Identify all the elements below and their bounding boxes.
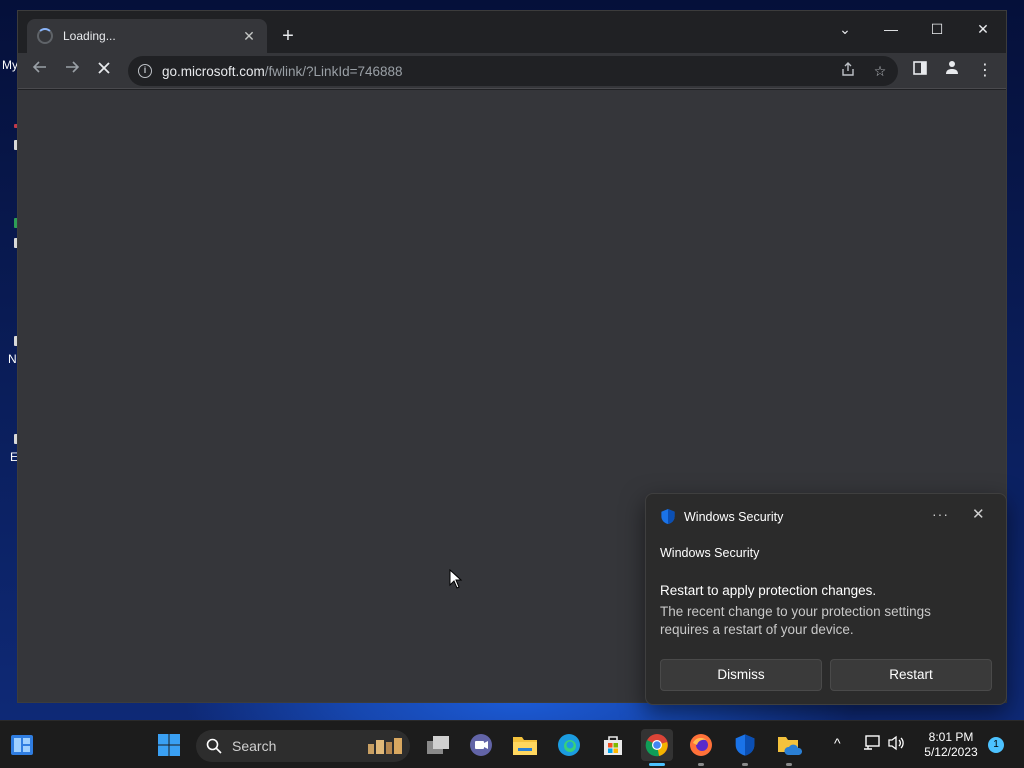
stop-icon	[98, 62, 110, 74]
dismiss-button[interactable]: Dismiss	[660, 659, 822, 691]
toast-app-name: Windows Security	[684, 509, 784, 524]
restart-button[interactable]: Restart	[830, 659, 992, 691]
network-glyph	[864, 735, 880, 750]
notification-count-badge[interactable]: 1	[988, 737, 1004, 753]
shield-icon	[735, 734, 755, 756]
toast-body: The recent change to your protection set…	[660, 604, 931, 637]
back-button[interactable]	[26, 57, 54, 85]
toast-close-icon[interactable]: ✕	[972, 505, 985, 523]
widgets-glyph	[11, 735, 33, 755]
person-icon	[946, 61, 958, 74]
toast-source: Windows Security	[660, 546, 760, 560]
chat-glyph	[470, 734, 492, 756]
folder-running-indicator	[786, 763, 792, 766]
folder-glyph	[513, 737, 537, 755]
store-glyph	[604, 736, 622, 755]
firefox-glyph	[690, 734, 712, 756]
browser-titlebar: Loading... ✕ + ⌄ — ☐ ✕	[18, 11, 1006, 53]
toast-more-options-icon[interactable]: ···	[932, 506, 949, 522]
side-panel-glyph	[913, 61, 927, 75]
show-hidden-icons-chevron[interactable]: ^	[834, 735, 841, 751]
folder-cloud-glyph	[778, 737, 802, 755]
speaker-glyph	[888, 735, 904, 751]
site-info-icon[interactable]: i	[138, 64, 152, 78]
network-icon[interactable]	[863, 735, 881, 754]
bookmark-star-icon[interactable]: ☆	[870, 61, 890, 81]
tab-title: Loading...	[63, 29, 116, 43]
onedrive-folder-icon[interactable]	[773, 729, 805, 761]
chrome-glyph	[645, 734, 668, 757]
maximize-button[interactable]: ☐	[914, 15, 960, 43]
url-path: /fwlink/?LinkId=746888	[264, 63, 403, 79]
share-icon[interactable]	[838, 61, 858, 81]
forward-button[interactable]	[58, 57, 86, 85]
chrome-active-indicator	[649, 763, 665, 766]
side-panel-icon[interactable]	[906, 57, 934, 85]
search-icon	[206, 738, 222, 754]
share-glyph	[842, 62, 854, 76]
toast-header: Windows Security	[660, 508, 783, 525]
address-bar[interactable]: i go.microsoft.com/fwlink/?LinkId=746888…	[128, 56, 898, 86]
task-view-glyph	[427, 736, 449, 754]
search-highlight-icon	[368, 738, 402, 754]
windows-security-notification: Windows Security ··· ✕ Windows Security …	[645, 493, 1007, 705]
security-running-indicator	[742, 763, 748, 766]
tab-search-button[interactable]: ⌄	[822, 15, 868, 43]
toast-title: Restart to apply protection changes.	[660, 583, 877, 598]
clock-date: 5/12/2023	[924, 745, 978, 759]
file-explorer-icon[interactable]	[509, 729, 541, 761]
loading-spinner-icon	[37, 28, 53, 44]
microsoft-store-icon[interactable]	[597, 729, 629, 761]
taskbar-clock[interactable]: 8:01 PM 5/12/2023	[920, 730, 982, 760]
volume-icon[interactable]	[888, 735, 906, 754]
minimize-button[interactable]: —	[868, 15, 914, 43]
profile-avatar-icon[interactable]	[938, 57, 966, 85]
new-tab-button[interactable]: +	[277, 25, 299, 47]
stop-loading-button[interactable]	[90, 57, 118, 85]
firefox-running-indicator	[698, 763, 704, 766]
back-arrow-icon	[32, 61, 46, 73]
start-button[interactable]	[153, 729, 185, 761]
windows-logo-icon	[158, 734, 180, 756]
browser-toolbar: i go.microsoft.com/fwlink/?LinkId=746888…	[18, 53, 1006, 89]
search-label: Search	[232, 738, 277, 754]
tab-close-icon[interactable]: ✕	[241, 28, 257, 45]
browser-tab[interactable]: Loading... ✕	[27, 19, 267, 53]
chrome-taskbar-icon[interactable]	[641, 729, 673, 761]
url-host: go.microsoft.com	[162, 63, 265, 79]
forward-arrow-icon	[66, 61, 80, 73]
widgets-icon[interactable]	[6, 729, 38, 761]
mouse-cursor-icon	[449, 569, 463, 589]
browser-menu-icon[interactable]: ⋮	[971, 57, 999, 85]
clock-time: 8:01 PM	[928, 730, 974, 744]
teams-chat-icon[interactable]	[465, 729, 497, 761]
shield-icon	[661, 508, 675, 525]
edge-browser-icon[interactable]	[553, 729, 585, 761]
taskbar: Search ^ 8:01 PM 5/12/2023 1	[0, 720, 1024, 768]
task-view-icon[interactable]	[422, 729, 454, 761]
taskbar-search-box[interactable]: Search	[196, 730, 410, 762]
edge-glyph	[558, 734, 580, 756]
close-window-button[interactable]: ✕	[960, 15, 1006, 43]
firefox-icon[interactable]	[685, 729, 717, 761]
windows-security-taskbar-icon[interactable]	[729, 729, 761, 761]
